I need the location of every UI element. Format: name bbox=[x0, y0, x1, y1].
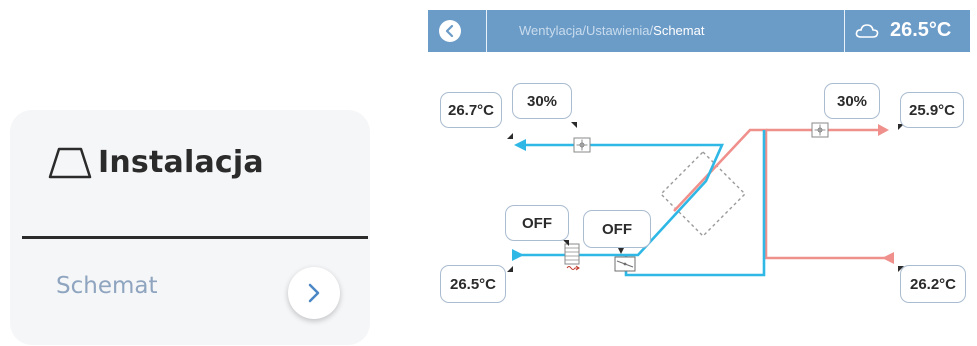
exhaust-temp-box: 25.9°C bbox=[900, 92, 964, 128]
cold-airflow bbox=[512, 130, 766, 277]
extract-temperature: 26.2°C bbox=[909, 275, 957, 293]
heat-exchanger-icon bbox=[660, 151, 746, 237]
outdoor-temperature: 26.5°C bbox=[890, 19, 952, 41]
filter-status: OFF bbox=[522, 214, 552, 232]
schemat-link-label[interactable]: Schemat bbox=[56, 273, 158, 299]
filter-heater-icon bbox=[564, 243, 580, 271]
breadcrumb-current: Schemat bbox=[653, 23, 705, 38]
schemat-open-button[interactable] bbox=[288, 267, 340, 319]
top-bar-separator bbox=[486, 10, 487, 52]
fan-icon bbox=[573, 137, 591, 153]
cloud-icon bbox=[855, 24, 879, 38]
bypass-status: OFF bbox=[602, 220, 632, 238]
outdoor-temp-box: 26.5°C bbox=[440, 265, 506, 303]
chevron-right-icon bbox=[308, 283, 320, 303]
bypass-damper-icon bbox=[614, 256, 636, 272]
breadcrumb-path: Wentylacja/Ustawienia/ bbox=[519, 23, 654, 38]
back-button[interactable] bbox=[439, 20, 461, 42]
top-bar: Wentylacja/Ustawienia/Schemat 26.5°C bbox=[428, 10, 970, 52]
fan-icon bbox=[811, 122, 829, 138]
breadcrumb: Wentylacja/Ustawienia/Schemat bbox=[519, 23, 704, 38]
installation-card: Instalacja Schemat bbox=[10, 110, 370, 345]
outdoor-air-temperature: 26.5°C bbox=[449, 275, 497, 293]
supply-temp-box: 26.7°C bbox=[440, 92, 502, 128]
house-outline-icon bbox=[48, 147, 92, 179]
installation-title: Instalacja bbox=[98, 144, 264, 180]
schematic-screen: Wentylacja/Ustawienia/Schemat 26.5°C 26.… bbox=[428, 10, 970, 346]
bypass-status-box: OFF bbox=[583, 210, 651, 248]
installation-header: Instalacja bbox=[46, 142, 264, 182]
exhaust-fan-speed: 30% bbox=[836, 92, 868, 110]
top-bar-separator bbox=[844, 10, 845, 52]
ventilation-diagram: 26.7°C 30% 30% 25.9°C OFF OFF 26.5°C 26.… bbox=[428, 52, 970, 346]
extract-temp-box: 26.2°C bbox=[900, 265, 966, 303]
back-arrow-icon bbox=[445, 25, 454, 37]
airflow-lines bbox=[507, 108, 904, 277]
supply-temperature: 26.7°C bbox=[447, 101, 495, 119]
supply-fan-speed: 30% bbox=[526, 92, 558, 110]
divider bbox=[22, 236, 368, 239]
filter-status-box: OFF bbox=[505, 205, 569, 241]
exhaust-fan-box: 30% bbox=[824, 83, 880, 119]
exhaust-temperature: 25.9°C bbox=[908, 101, 956, 119]
supply-fan-box: 30% bbox=[512, 83, 572, 119]
